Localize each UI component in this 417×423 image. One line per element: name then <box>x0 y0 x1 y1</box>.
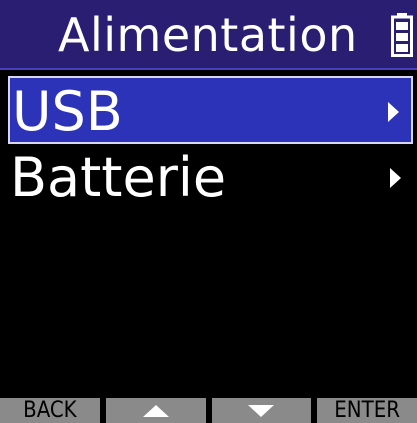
enter-button[interactable]: ENTER <box>317 398 417 423</box>
softkey-bar: BACK ENTER <box>0 398 417 423</box>
chevron-right-icon <box>388 102 399 122</box>
back-button-label: BACK <box>23 398 77 423</box>
title-bar: Alimentation <box>0 0 417 70</box>
menu-item-label: Batterie <box>10 146 227 209</box>
device-screen: Alimentation USB Batterie BACK ENTER <box>0 0 417 423</box>
down-button[interactable] <box>211 398 312 423</box>
page-title: Alimentation <box>58 8 358 62</box>
chevron-right-icon <box>390 168 401 188</box>
down-arrow-icon <box>248 404 275 417</box>
up-button[interactable] <box>105 398 206 423</box>
back-button[interactable]: BACK <box>0 398 100 423</box>
menu-item-label: USB <box>12 80 123 143</box>
battery-icon <box>391 13 413 57</box>
menu-item-batterie[interactable]: Batterie <box>8 144 413 212</box>
up-arrow-icon <box>142 404 169 417</box>
enter-button-label: ENTER <box>334 398 400 423</box>
menu-item-usb[interactable]: USB <box>8 76 413 144</box>
